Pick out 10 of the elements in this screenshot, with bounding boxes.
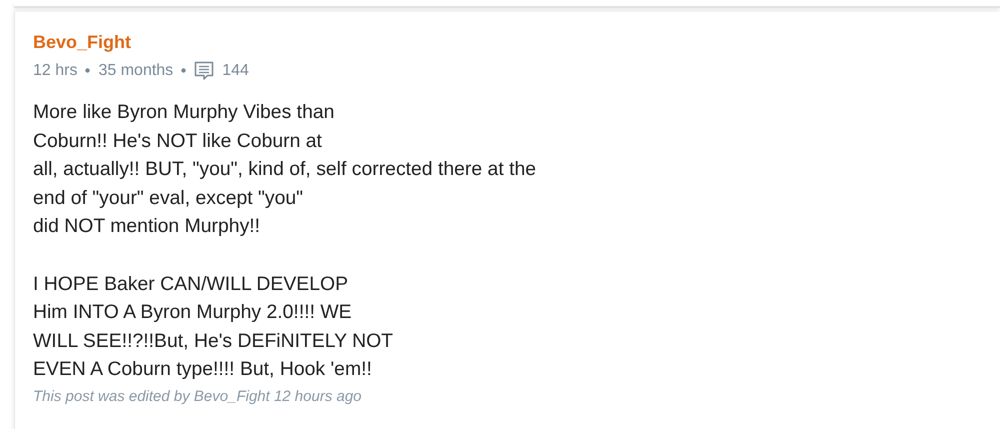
post-paragraph: I HOPE Baker CAN/WILL DEVELOP Him INTO A Byron Murphy 2.0!!!! WE WILL SEE!!?!!But, He's DEFiNITELY NOT EVEN A Coburn type!!!! But, Hook 'em!! — [33, 272, 394, 382]
separator-dot-icon — [85, 68, 90, 73]
post-paragraph: More like Byron Murphy Vibes than Coburn!! He's NOT like Coburn at all, actually!! BUT, "you", kind of, self corrected there at the end of "your" eval, except "you" did NOT mention Murphy!! — [33, 100, 538, 240]
comment-icon — [194, 61, 214, 81]
edit-note: This post was edited by Bevo_Fight 12 hours ago — [33, 386, 363, 407]
post-time: 12 hrs — [33, 61, 78, 81]
comment-count: 144 — [222, 61, 249, 81]
username[interactable]: Bevo_Fight — [33, 30, 982, 54]
separator-dot-icon — [181, 68, 186, 73]
member-duration: 35 months — [98, 61, 174, 81]
